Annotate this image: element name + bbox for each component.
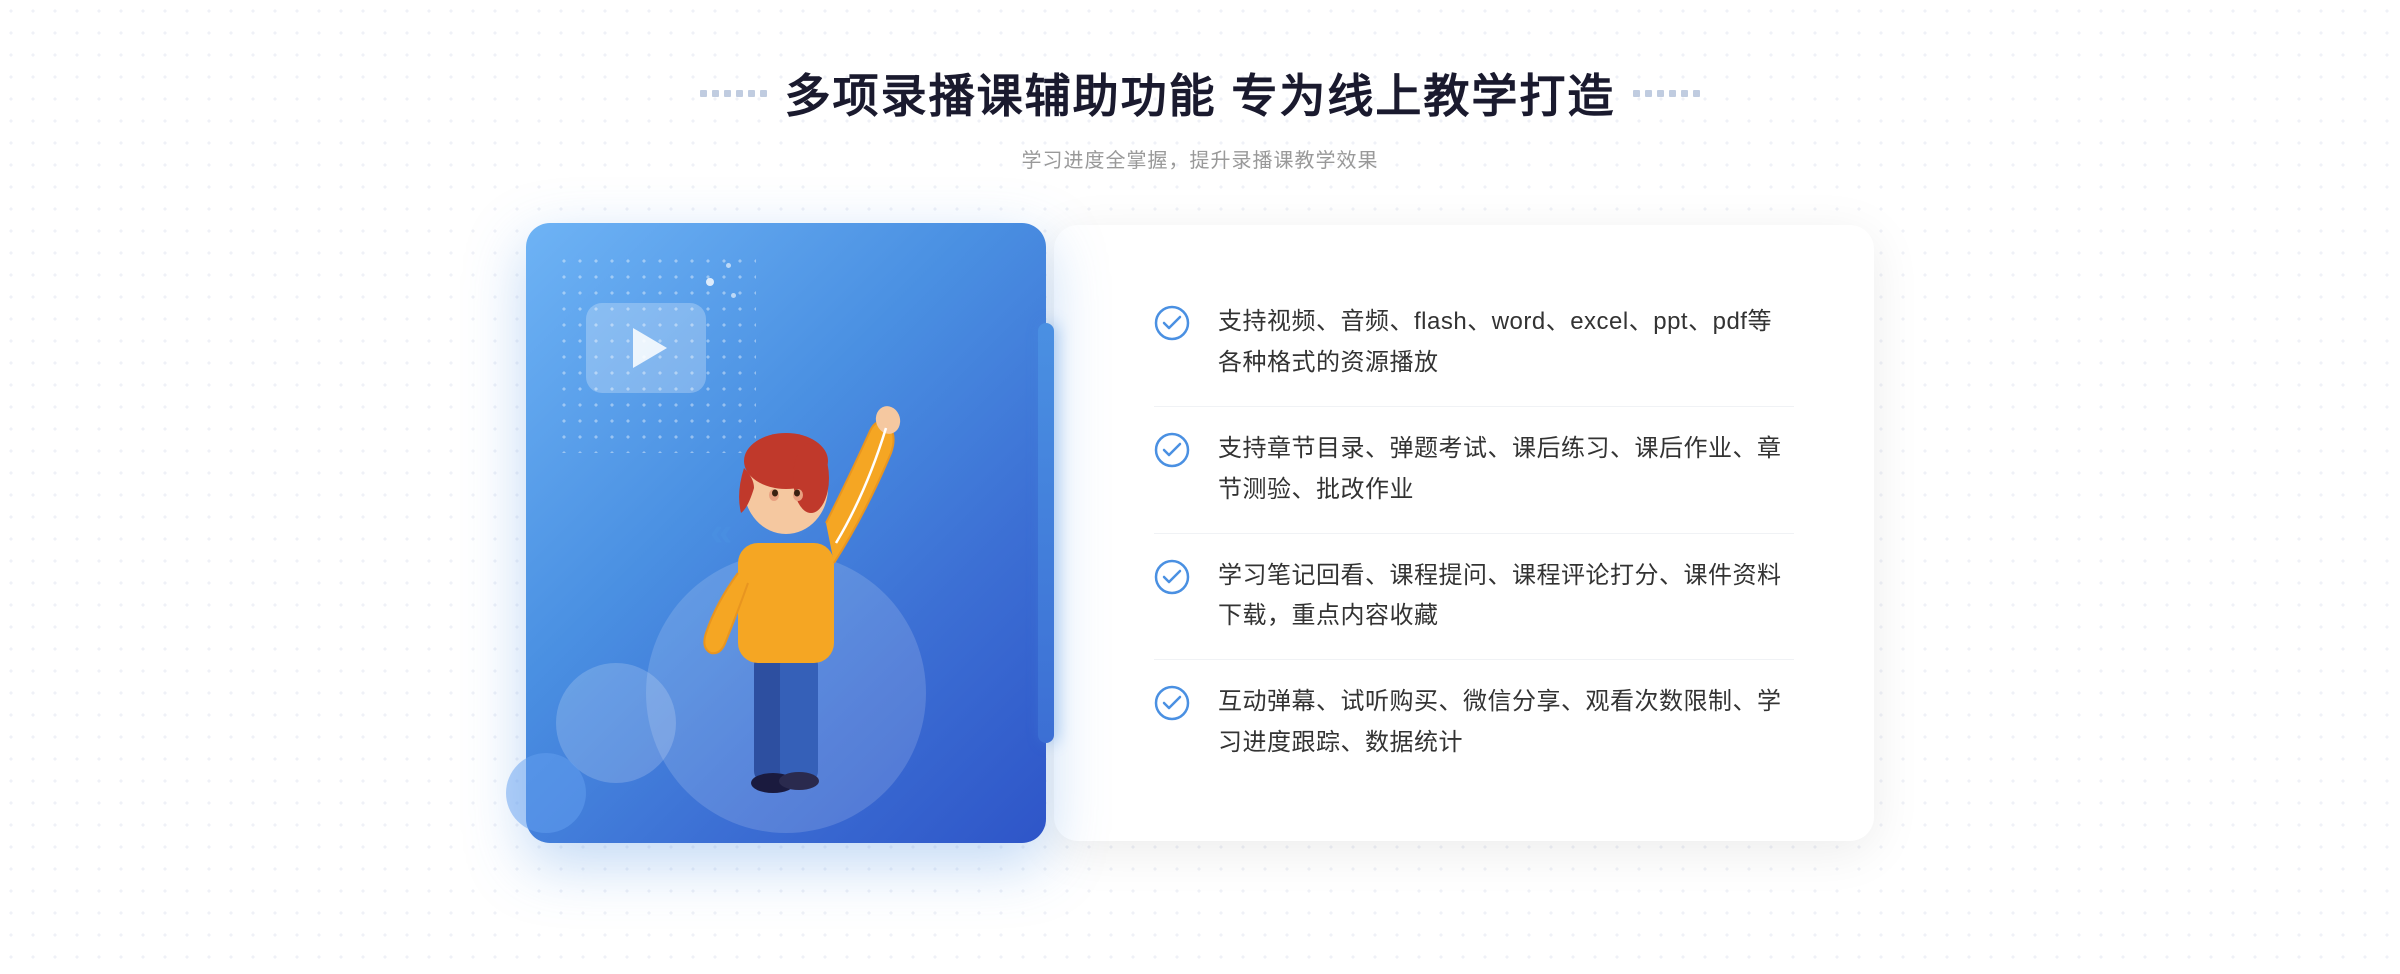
sparkle-1	[706, 278, 714, 286]
person-illustration	[626, 313, 946, 843]
feature-text-4: 互动弹幕、试听购买、微信分享、观看次数限制、学习进度跟踪、数据统计	[1218, 682, 1794, 764]
sparkle-3	[731, 293, 736, 298]
feature-item-3: 学习笔记回看、课程提问、课程评论打分、课件资料下载，重点内容收藏	[1154, 534, 1794, 661]
page-container: 多项录播课辅助功能 专为线上教学打造 学习进度全掌握，提升录播课教学效果	[0, 0, 2400, 974]
deco-circle-inner-2	[506, 753, 586, 833]
header-section: 多项录播课辅助功能 专为线上教学打造 学习进度全掌握，提升录播课教学效果	[700, 60, 1701, 173]
feature-text-1: 支持视频、音频、flash、word、excel、ppt、pdf等各种格式的资源…	[1218, 302, 1794, 384]
illustration-card	[526, 223, 1046, 843]
content-section: 支持视频、音频、flash、word、excel、ppt、pdf等各种格式的资源…	[500, 223, 1900, 843]
check-icon-1	[1154, 305, 1190, 341]
vertical-bar	[1038, 323, 1054, 743]
features-card: 支持视频、音频、flash、word、excel、ppt、pdf等各种格式的资源…	[1054, 225, 1874, 840]
title-row: 多项录播课辅助功能 专为线上教学打造	[700, 60, 1701, 126]
sparkle-2	[726, 263, 731, 268]
page-title: 多项录播课辅助功能 专为线上教学打造	[785, 60, 1616, 126]
title-dots-right	[1633, 90, 1700, 97]
title-dots-left	[700, 90, 767, 97]
check-icon-2	[1154, 432, 1190, 468]
page-subtitle: 学习进度全掌握，提升录播课教学效果	[700, 144, 1701, 173]
feature-item-2: 支持章节目录、弹题考试、课后练习、课后作业、章节测验、批改作业	[1154, 407, 1794, 534]
check-icon-3	[1154, 559, 1190, 595]
feature-text-3: 学习笔记回看、课程提问、课程评论打分、课件资料下载，重点内容收藏	[1218, 556, 1794, 638]
feature-text-2: 支持章节目录、弹题考试、课后练习、课后作业、章节测验、批改作业	[1218, 429, 1794, 511]
chevron-left-icon: «	[710, 511, 732, 556]
feature-item-4: 互动弹幕、试听购买、微信分享、观看次数限制、学习进度跟踪、数据统计	[1154, 660, 1794, 786]
check-icon-4	[1154, 685, 1190, 721]
feature-item-1: 支持视频、音频、flash、word、excel、ppt、pdf等各种格式的资源…	[1154, 280, 1794, 407]
